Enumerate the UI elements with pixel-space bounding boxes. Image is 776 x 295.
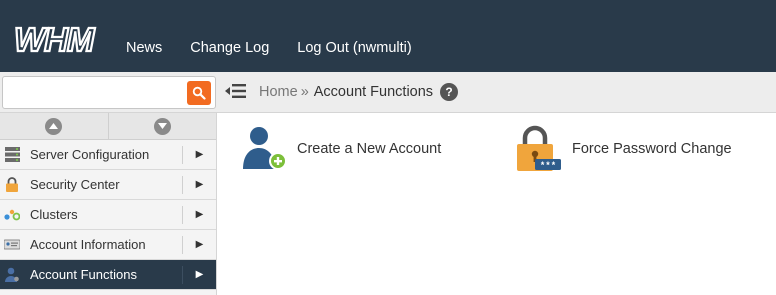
breadcrumb-home-link[interactable]: Home (259, 84, 298, 100)
help-icon[interactable]: ? (440, 83, 459, 101)
account-info-icon (4, 237, 20, 253)
breadcrumb-separator: » (300, 84, 309, 100)
main-content: Create a New Account *** Force Password … (218, 113, 776, 295)
feature-label: Create a New Account (297, 141, 442, 157)
sidebar: Server Configuration ▶ Security Center ▶… (0, 113, 217, 295)
whm-logo[interactable]: WHM (14, 24, 116, 56)
add-user-icon (243, 127, 287, 170)
top-nav: News Change Log Log Out (nwmulti) (126, 40, 412, 56)
lock-icon (4, 177, 20, 193)
sidebar-item-clusters[interactable]: Clusters ▶ (0, 200, 216, 230)
search-input[interactable] (3, 77, 181, 108)
svg-text:WHM: WHM (14, 24, 96, 56)
sidebar-item-security-center[interactable]: Security Center ▶ (0, 170, 216, 200)
search-icon (192, 86, 206, 100)
breadcrumb: Home » Account Functions ? (259, 83, 459, 101)
expand-arrow-icon[interactable]: ▶ (182, 265, 216, 284)
feature-label: Force Password Change (572, 141, 732, 157)
sidebar-item-label: Account Information (30, 237, 146, 252)
top-header: WHM News Change Log Log Out (nwmulti) (0, 0, 776, 72)
sidebar-item-label: Security Center (30, 177, 120, 192)
server-icon (4, 147, 20, 163)
sidebar-item-account-information[interactable]: Account Information ▶ (0, 230, 216, 260)
scroll-up-button[interactable] (0, 113, 108, 139)
logout-link[interactable]: Log Out (nwmulti) (297, 40, 411, 56)
cluster-icon (4, 207, 20, 223)
chevron-down-icon (153, 117, 171, 135)
scroll-down-button[interactable] (107, 113, 217, 139)
user-icon (4, 267, 20, 283)
sidebar-item-label: Account Functions (30, 267, 137, 282)
sidebar-item-label: Clusters (30, 207, 78, 222)
expand-arrow-icon[interactable]: ▶ (182, 235, 216, 254)
sidebar-item-account-functions[interactable]: Account Functions ▶ (0, 260, 216, 290)
change-log-link[interactable]: Change Log (190, 40, 269, 56)
force-password-change-link[interactable]: *** Force Password Change (515, 125, 732, 173)
sidebar-scroll-controls (0, 113, 216, 140)
search-button[interactable] (187, 81, 211, 105)
chevron-up-icon (45, 117, 63, 135)
padlock-password-icon: *** (517, 125, 561, 171)
toolbar-band: Home » Account Functions ? (0, 72, 776, 113)
news-link[interactable]: News (126, 40, 162, 56)
expand-arrow-icon[interactable]: ▶ (182, 145, 216, 164)
sidebar-item-server-configuration[interactable]: Server Configuration ▶ (0, 140, 216, 170)
search-box (2, 76, 216, 109)
create-new-account-link[interactable]: Create a New Account (240, 125, 441, 173)
expand-arrow-icon[interactable]: ▶ (182, 205, 216, 224)
sidebar-item-label: Server Configuration (30, 147, 150, 162)
collapse-sidebar-icon[interactable] (224, 81, 248, 101)
expand-arrow-icon[interactable]: ▶ (182, 175, 216, 194)
page-title: Account Functions (313, 84, 434, 100)
svg-text:***: *** (540, 161, 556, 171)
